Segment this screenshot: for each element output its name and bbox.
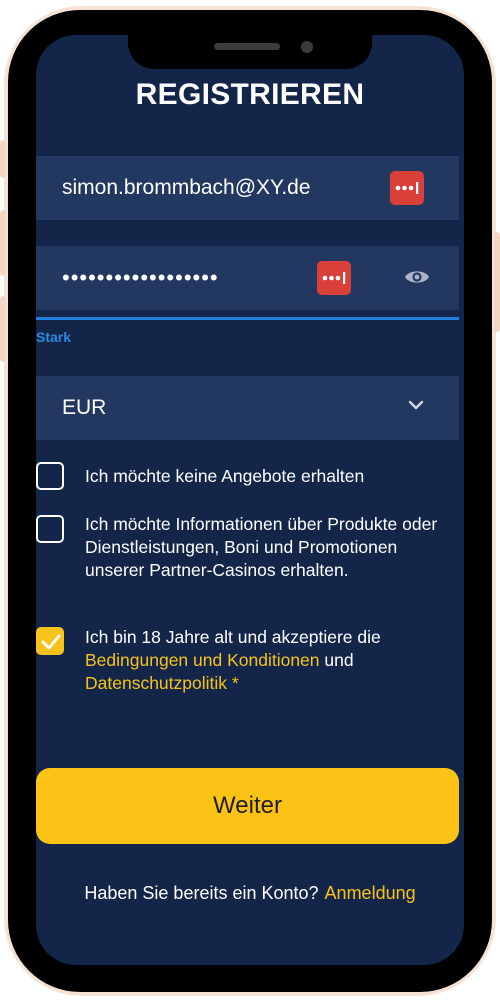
phone-side-button — [494, 232, 500, 332]
phone-side-button — [0, 140, 6, 178]
email-field[interactable]: simon.brommbach@XY.de — [36, 156, 459, 220]
age-terms-text: Ich bin 18 Jahre alt und akzeptiere die — [85, 627, 381, 647]
no-offers-checkbox[interactable] — [36, 462, 64, 490]
password-strength-bar — [36, 317, 459, 320]
front-camera — [301, 41, 313, 53]
age-terms-connector: und — [324, 650, 354, 670]
checkmark-icon — [41, 634, 61, 650]
speaker-grille — [214, 43, 280, 50]
login-prompt: Haben Sie bereits ein Konto? Anmeldung — [0, 883, 500, 904]
currency-value: EUR — [62, 396, 107, 419]
age-terms-label: Ich bin 18 Jahre alt und akzeptiere die … — [85, 626, 445, 695]
age-terms-checkbox[interactable] — [36, 627, 64, 655]
password-value: •••••••••••••••••• — [62, 265, 219, 290]
password-manager-icon[interactable] — [390, 171, 424, 205]
password-field[interactable]: •••••••••••••••••• — [36, 246, 459, 310]
continue-button[interactable]: Weiter — [36, 768, 459, 844]
email-value: simon.brommbach@XY.de — [62, 176, 311, 199]
page-title: REGISTRIEREN — [135, 78, 365, 111]
phone-notch — [128, 35, 372, 69]
partner-info-checkbox[interactable] — [36, 515, 64, 543]
phone-side-button — [0, 210, 6, 276]
partner-info-label: Ich möchte Informationen über Produkte o… — [85, 514, 438, 580]
eye-icon[interactable] — [404, 266, 430, 293]
no-offers-label: Ich möchte keine Angebote erhalten — [85, 466, 365, 486]
password-strength-label: Stark — [36, 329, 72, 345]
password-manager-icon[interactable] — [317, 261, 351, 295]
login-prompt-text: Haben Sie bereits ein Konto? — [84, 883, 319, 903]
terms-link[interactable]: Bedingungen und Konditionen — [85, 650, 320, 670]
currency-select[interactable]: EUR — [36, 376, 459, 440]
privacy-link[interactable]: Datenschutzpolitik — [85, 673, 227, 693]
phone-side-button — [0, 296, 6, 362]
login-link[interactable]: Anmeldung — [325, 883, 416, 903]
required-mark: * — [231, 673, 239, 693]
chevron-down-icon — [408, 398, 424, 416]
